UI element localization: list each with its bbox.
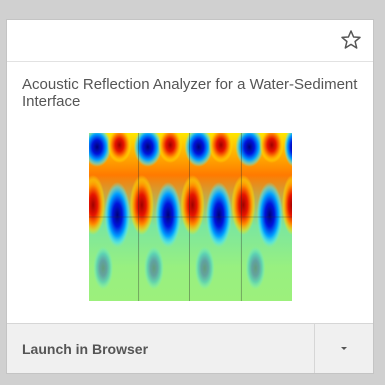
card-header xyxy=(7,20,373,62)
app-title: Acoustic Reflection Analyzer for a Water… xyxy=(22,76,358,110)
caret-down-icon xyxy=(341,347,347,350)
app-card: Acoustic Reflection Analyzer for a Water… xyxy=(6,19,374,374)
launch-button-label: Launch in Browser xyxy=(22,340,149,357)
star-icon[interactable] xyxy=(339,28,363,52)
launch-in-browser-button[interactable]: Launch in Browser xyxy=(7,324,314,373)
card-footer: Launch in Browser xyxy=(7,323,373,373)
launch-options-dropdown-button[interactable] xyxy=(314,324,373,373)
app-thumbnail xyxy=(89,133,292,301)
